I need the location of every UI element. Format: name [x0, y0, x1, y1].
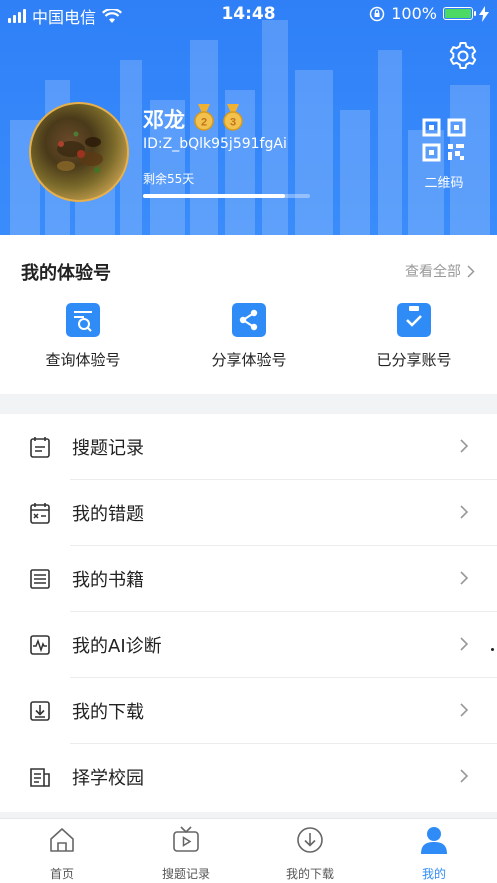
avatar-food-image: [57, 131, 103, 173]
user-id: ID:Z_bQlk95j591fgAi: [143, 136, 287, 152]
tv-play-icon: [173, 826, 199, 852]
chevron-right-icon: [460, 703, 469, 717]
status-bar: 中国电信 14:48 100%: [0, 0, 497, 28]
calendar-x-icon: [30, 503, 50, 524]
chevron-right-icon: [460, 439, 469, 453]
query-trial-button[interactable]: 查询体验号: [13, 303, 153, 370]
rotation-lock-icon: [370, 6, 385, 21]
tab-home[interactable]: 首页: [0, 825, 124, 882]
medal-2-number: 2: [201, 117, 207, 129]
shared-accounts-button[interactable]: 已分享账号: [344, 303, 484, 370]
settings-gear-icon[interactable]: [447, 40, 479, 72]
chevron-right-icon: [460, 637, 469, 651]
avatar[interactable]: [29, 102, 129, 202]
tab-label: 首页: [49, 867, 74, 881]
remaining-days: 剩余55天: [143, 172, 195, 186]
home-icon: [50, 828, 74, 852]
menu-label: 我的下载: [72, 702, 144, 723]
menu-item-my-books[interactable]: 我的书籍: [0, 546, 497, 612]
battery-icon: [443, 7, 476, 20]
notepad-icon: [30, 437, 50, 458]
chevron-right-icon: [460, 505, 469, 519]
medal-2-icon: 2: [194, 104, 214, 131]
trial-account-card: 我的体验号 查看全部 查询体验号 分享体验号 已分享账号: [0, 235, 497, 394]
view-all-link[interactable]: 查看全部: [405, 261, 475, 281]
school-doc-icon: [30, 768, 50, 787]
tab-me[interactable]: 我的: [372, 825, 496, 882]
pulse-icon: [30, 635, 50, 655]
qr-code-label[interactable]: 二维码: [418, 172, 470, 191]
menu-label: 我的AI诊断: [72, 636, 162, 657]
tab-label: 我的: [421, 867, 446, 881]
menu-label: 我的错题: [72, 504, 144, 525]
trial-section-title: 我的体验号: [21, 263, 111, 284]
download-icon: [30, 701, 50, 721]
menu-label: 我的书籍: [72, 570, 144, 591]
menu-list: 搜题记录 我的错题 我的书籍 我的AI诊断 我的下载 择学校园: [0, 414, 497, 812]
download-circle-icon: [297, 827, 323, 853]
tab-search-history[interactable]: 搜题记录: [124, 825, 248, 882]
menu-item-wrong-questions[interactable]: 我的错题: [0, 480, 497, 546]
share-trial-button[interactable]: 分享体验号: [179, 303, 319, 370]
membership-progress-bar: [143, 194, 310, 198]
tab-my-downloads[interactable]: 我的下载: [248, 825, 372, 882]
qr-code-icon[interactable]: [422, 118, 466, 162]
query-trial-label: 查询体验号: [45, 351, 121, 369]
search-doc-icon: [66, 303, 100, 337]
share-trial-label: 分享体验号: [211, 351, 287, 369]
book-lines-icon: [30, 569, 50, 589]
tab-label: 搜题记录: [161, 867, 210, 881]
menu-item-search-history[interactable]: 搜题记录: [0, 414, 497, 480]
person-icon: [421, 827, 447, 854]
medal-3-icon: 3: [223, 104, 243, 131]
chevron-right-icon: [460, 571, 469, 585]
stray-dot: [491, 648, 494, 651]
tab-bar: 首页 搜题记录 我的下载 我的: [0, 818, 497, 883]
username: 邓龙: [143, 108, 185, 132]
menu-item-school-choice[interactable]: 择学校园: [0, 744, 497, 810]
clipboard-check-icon: [397, 303, 431, 337]
view-all-label: 查看全部: [405, 264, 461, 280]
battery-percent: 100%: [391, 4, 437, 23]
menu-item-ai-diagnosis[interactable]: 我的AI诊断: [0, 612, 497, 678]
charging-icon: [479, 5, 489, 22]
chevron-right-icon: [460, 769, 469, 783]
medal-3-number: 3: [230, 117, 236, 129]
shared-accounts-label: 已分享账号: [376, 351, 452, 369]
profile-header: 中国电信 14:48 100% 邓龙 2 3 ID:Z_bQlk95j591fg…: [0, 0, 497, 235]
chevron-right-icon: [467, 264, 475, 278]
tab-label: 我的下载: [285, 867, 334, 881]
menu-label: 择学校园: [72, 768, 144, 789]
menu-item-my-downloads[interactable]: 我的下载: [0, 678, 497, 744]
share-icon: [232, 303, 266, 337]
menu-label: 搜题记录: [72, 438, 144, 459]
